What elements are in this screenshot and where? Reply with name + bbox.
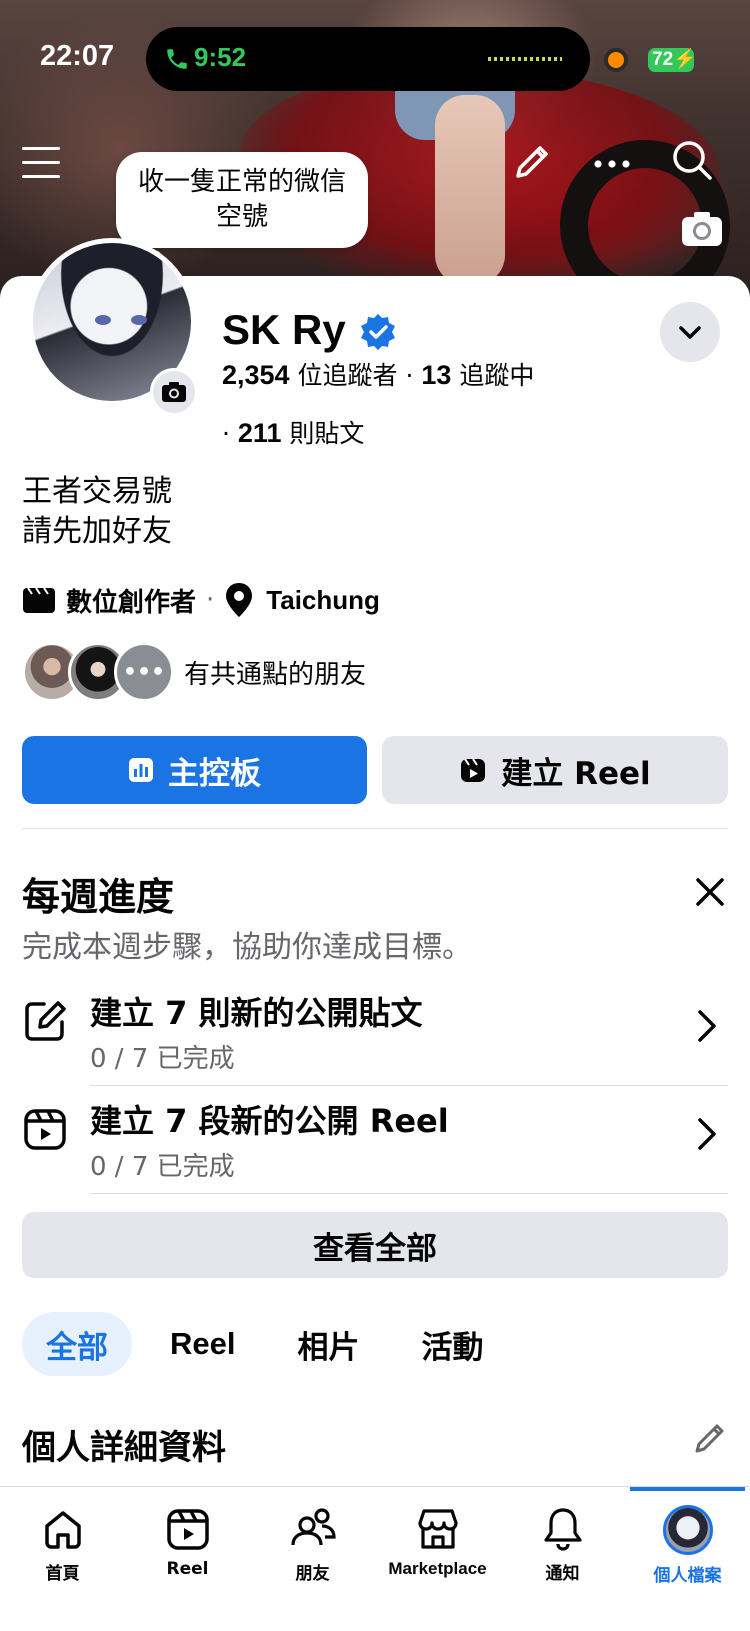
profile-details-title: 個人詳細資料 [22, 1428, 226, 1468]
chevron-right-icon [698, 1010, 716, 1042]
status-time: 22:07 [40, 40, 115, 72]
marketplace-icon [417, 1509, 458, 1549]
more-options-icon[interactable] [590, 142, 634, 186]
followers-count[interactable]: 2,354 [222, 360, 290, 390]
profile-name: SK Ry [222, 306, 346, 353]
avatar-camera-button[interactable] [150, 368, 198, 416]
mutual-friends-label: 有共通點的朋友 [184, 659, 367, 690]
nav-label: 首頁 [45, 1564, 80, 1584]
more-friends-avatar: ••• [114, 642, 174, 702]
nav-label: Reel [166, 1559, 209, 1579]
clapperboard-icon [23, 587, 55, 613]
location-pin-icon [226, 583, 253, 617]
followers-label[interactable]: 位追蹤者 [298, 361, 398, 390]
edit-square-icon [25, 1001, 66, 1041]
meta-separator: · [206, 585, 215, 615]
category-label: 數位創作者 [66, 587, 197, 618]
active-tab-indicator [630, 1487, 745, 1491]
note-bubble[interactable]: 收一隻正常的微信 空號 [116, 152, 368, 248]
call-duration: 9:52 [194, 42, 247, 72]
location-label[interactable]: Taichung [266, 585, 380, 616]
weekly-progress-subtitle: 完成本週步驟，協助你達成目標。 [22, 930, 472, 965]
dashboard-label: 主控板 [168, 755, 261, 792]
camera-icon [162, 382, 186, 402]
reel-icon [166, 1509, 209, 1550]
cover-camera-icon[interactable] [680, 210, 724, 248]
reel-icon [24, 1109, 66, 1150]
note-line-1: 收一隻正常的微信 [137, 167, 346, 197]
home-icon [44, 1511, 81, 1549]
profile-avatar [662, 1505, 713, 1555]
task-title: 建立 7 段新的公開 Reel [90, 1102, 449, 1140]
nav-label: 朋友 [295, 1564, 330, 1584]
nav-label: 通知 [545, 1564, 580, 1584]
bio-line-1: 王者交易號 [22, 474, 172, 509]
nav-notifications[interactable]: 通知 [500, 1505, 625, 1605]
stats-row: 2,354 位追蹤者 · 13 追蹤中 [222, 356, 534, 392]
verified-badge-icon [361, 314, 395, 350]
posts-count: 211 [237, 418, 282, 448]
weekly-task-reels[interactable]: 建立 7 段新的公開 Reel 0 / 7 已完成 [0, 1086, 750, 1194]
profile-meta: 數位創作者 · Taichung [22, 580, 380, 620]
edit-pencil-icon[interactable] [510, 140, 554, 184]
battery-indicator: 72⚡ [648, 48, 697, 72]
task-title: 建立 7 則新的公開貼文 [90, 994, 423, 1032]
audio-waveform [488, 57, 562, 61]
task-divider [90, 1193, 728, 1194]
create-reel-button[interactable]: 建立 Reel [382, 736, 728, 804]
nav-label: 個人檔案 [653, 1566, 722, 1586]
weekly-progress-title: 每週進度 [22, 875, 175, 919]
battery-level: 72 [652, 49, 674, 70]
profile-bio: 王者交易號 請先加好友 [22, 472, 172, 552]
bar-chart-icon [129, 758, 153, 782]
nav-marketplace[interactable]: Marketplace [375, 1505, 500, 1605]
avatar-eye [95, 315, 111, 325]
weekly-task-posts[interactable]: 建立 7 則新的公開貼文 0 / 7 已完成 [0, 978, 750, 1086]
note-line-2: 空號 [215, 202, 268, 232]
profile-tabs: 全部 Reel 相片 活動 [22, 1312, 521, 1376]
posts-label: 則貼文 [289, 419, 365, 448]
tab-all[interactable]: 全部 [22, 1312, 132, 1376]
cover-figure-leg [435, 95, 505, 285]
see-all-button[interactable]: 查看全部 [22, 1212, 728, 1278]
nav-friends[interactable]: 朋友 [250, 1505, 375, 1605]
following-count[interactable]: 13 [421, 360, 451, 390]
stats-separator: · [222, 419, 238, 448]
posts-row: · 211 則貼文 [222, 414, 364, 450]
reel-icon [461, 758, 486, 782]
tab-events[interactable]: 活動 [397, 1312, 507, 1376]
bell-icon [543, 1508, 582, 1551]
bottom-navigation: 首頁 Reel 朋友 Marketplace 通知 個人檔案 [0, 1486, 750, 1631]
charging-bolt-icon: ⚡ [673, 49, 697, 70]
create-reel-label: 建立 Reel [501, 755, 651, 792]
nav-home[interactable]: 首頁 [0, 1505, 125, 1605]
nav-reel[interactable]: Reel [125, 1505, 250, 1605]
tab-photos[interactable]: 相片 [273, 1312, 383, 1376]
friends-icon [290, 1508, 336, 1546]
nav-label: Marketplace [388, 1559, 487, 1578]
phone-icon [167, 49, 187, 69]
nav-profile[interactable]: 個人檔案 [625, 1505, 750, 1605]
mutual-friends[interactable]: ••• 有共通點的朋友 [22, 640, 366, 704]
privacy-indicator [608, 52, 624, 68]
stats-separator: · [405, 361, 422, 390]
dashboard-button[interactable]: 主控板 [22, 736, 367, 804]
task-progress: 0 / 7 已完成 [90, 1044, 235, 1074]
close-icon[interactable] [690, 872, 730, 912]
profile-options-button[interactable] [660, 302, 720, 362]
following-label[interactable]: 追蹤中 [459, 361, 534, 390]
section-divider [22, 828, 728, 829]
tab-reel[interactable]: Reel [146, 1312, 259, 1376]
avatar-eye [131, 315, 147, 325]
search-icon[interactable] [670, 138, 714, 182]
chevron-right-icon [698, 1118, 716, 1150]
menu-icon[interactable] [22, 147, 60, 179]
edit-pencil-icon[interactable] [690, 1418, 730, 1458]
dynamic-island[interactable]: 9:52 [146, 27, 590, 91]
chevron-down-icon [679, 326, 701, 339]
task-progress: 0 / 7 已完成 [90, 1152, 235, 1182]
bio-line-2: 請先加好友 [22, 514, 172, 549]
